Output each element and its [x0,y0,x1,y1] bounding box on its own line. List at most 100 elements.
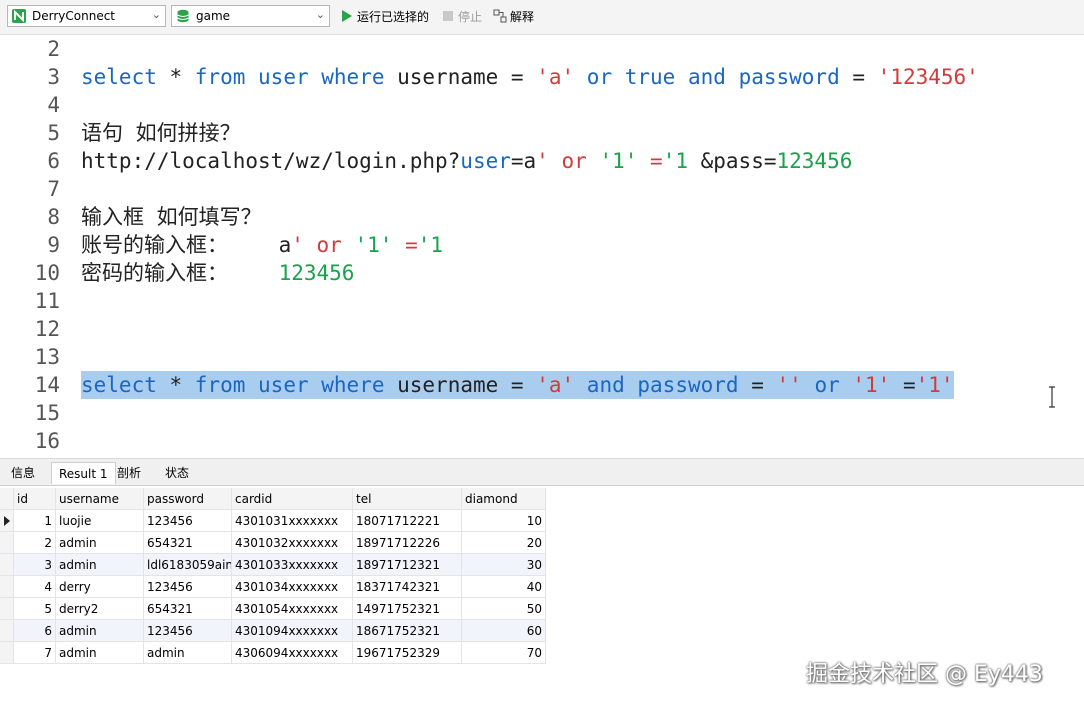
line-number: 12 [34,317,60,341]
table-cell[interactable]: 4301034xxxxxxx [232,576,353,598]
database-select[interactable]: game ⌄ [171,5,330,27]
table-cell[interactable]: 6 [14,620,56,642]
stop-label: 停止 [458,10,483,24]
stop-button[interactable]: 停止 [441,8,482,26]
line-number: 7 [47,177,60,201]
code-token: = [839,65,878,89]
table-cell[interactable]: 4301094xxxxxxx [232,620,353,642]
table-cell[interactable]: 5 [14,598,56,620]
table-cell[interactable]: 4306094xxxxxxx [232,642,353,664]
line-number: 6 [47,149,60,173]
table-cell[interactable]: admin [56,554,144,576]
row-marker [0,532,14,554]
table-cell[interactable]: 123456 [144,510,232,532]
table-cell[interactable]: 14971752321 [353,598,462,620]
table-cell[interactable]: 123456 [144,576,232,598]
code-token: '1' [354,233,393,257]
tab-status[interactable]: 状态 [158,462,196,484]
line-number: 15 [34,401,60,425]
table-cell[interactable]: 18971712321 [353,554,462,576]
explain-button[interactable]: 解释 [493,8,534,26]
table-cell[interactable]: derry [56,576,144,598]
editor-line: 5 语句 如何拼接？ [0,119,1084,147]
table-row[interactable]: 7 admin admin 4306094xxxxxxx 19671752329 70 [0,642,546,664]
table-cell[interactable]: 70 [462,642,546,664]
table-cell[interactable]: 19671752329 [353,642,462,664]
table-cell[interactable]: 654321 [144,598,232,620]
table-cell[interactable]: 30 [462,554,546,576]
table-cell[interactable]: 7 [14,642,56,664]
table-cell[interactable]: 18971712226 [353,532,462,554]
table-cell[interactable]: admin [56,620,144,642]
editor-line: 16 [0,427,1084,455]
table-cell[interactable]: 18371742321 [353,576,462,598]
table-cell[interactable]: 4 [14,576,56,598]
table-cell[interactable]: 40 [462,576,546,598]
table-cell[interactable]: derry2 [56,598,144,620]
database-icon [177,9,189,23]
line-number: 16 [34,429,60,453]
explain-label: 解释 [510,10,535,24]
code-token: select [81,65,157,89]
column-header[interactable]: password [144,488,232,510]
table-cell[interactable]: 20 [462,532,546,554]
table-cell[interactable]: 4301054xxxxxxx [232,598,353,620]
row-marker [0,642,14,664]
code-token: select [81,373,157,397]
line-number: 14 [34,373,60,397]
connection-select[interactable]: DerryConnect ⌄ [7,5,166,27]
table-cell[interactable]: 4301032xxxxxxx [232,532,353,554]
table-cell[interactable]: 3 [14,554,56,576]
table-cell[interactable]: admin [56,532,144,554]
table-cell[interactable]: 10 [462,510,546,532]
sql-editor[interactable]: 2 3 select * from user where username = 'a… [0,35,1084,457]
column-header[interactable]: cardid [232,488,353,510]
code-token: 输入框 如何填写？ [81,205,262,229]
code-token: ' [291,233,304,257]
tab-result-1[interactable]: Result 1 [51,462,116,484]
editor-line: 13 [0,343,1084,371]
table-row[interactable]: 4 derry 123456 4301034xxxxxxx 18371742321 40 [0,576,546,598]
editor-line: 9 账号的输入框： a' or '1' ='1 [0,231,1084,259]
column-header[interactable]: tel [353,488,462,510]
run-selected-button[interactable]: 运行已选择的 [340,8,429,26]
code-token: 语句 如何拼接？ [81,121,241,145]
table-cell[interactable]: 50 [462,598,546,620]
table-row[interactable]: 2 admin 654321 4301032xxxxxxx 18971712226 20 [0,532,546,554]
table-cell[interactable]: admin [144,642,232,664]
table-cell[interactable]: 18071712221 [353,510,462,532]
code-token: = [738,373,777,397]
table-row[interactable]: 3adminldl6183059ainiyo4301033xxxxxxx1897… [0,554,546,576]
table-row[interactable]: 6 admin 123456 4301094xxxxxxx 18671752321 60 [0,620,546,642]
code-token: from [194,373,246,397]
table-cell[interactable]: 1 [14,510,56,532]
tab-info[interactable]: 信息 [4,462,42,484]
code-token: = [890,373,916,397]
table-cell[interactable]: 123456 [144,620,232,642]
table-cell[interactable]: luojie [56,510,144,532]
line-number: 13 [34,345,60,369]
table-cell[interactable]: 60 [462,620,546,642]
table-row[interactable]: 1 luojie 123456 4301031xxxxxxx 18071712221 10 [0,510,546,532]
table-cell[interactable]: 2 [14,532,56,554]
table-row[interactable]: 5 derry2 654321 4301054xxxxxxx 14971752321 50 [0,598,546,620]
column-header[interactable]: diamond [462,488,546,510]
table-cell[interactable]: admin [56,642,144,664]
table-cell[interactable]: ldl6183059ainiyo [144,554,232,576]
tab-profile[interactable]: 剖析 [110,462,148,484]
column-header[interactable]: username [56,488,144,510]
result-tabs: 信息 Result 1 剖析 状态 [0,458,1084,486]
editor-line: 4 [0,91,1084,119]
table-cell[interactable]: 4301033xxxxxxx [232,554,353,576]
table-cell[interactable]: 18671752321 [353,620,462,642]
row-marker [0,554,14,576]
table-cell[interactable]: 4301031xxxxxxx [232,510,353,532]
table-cell[interactable]: 654321 [144,532,232,554]
column-header[interactable]: id [14,488,56,510]
